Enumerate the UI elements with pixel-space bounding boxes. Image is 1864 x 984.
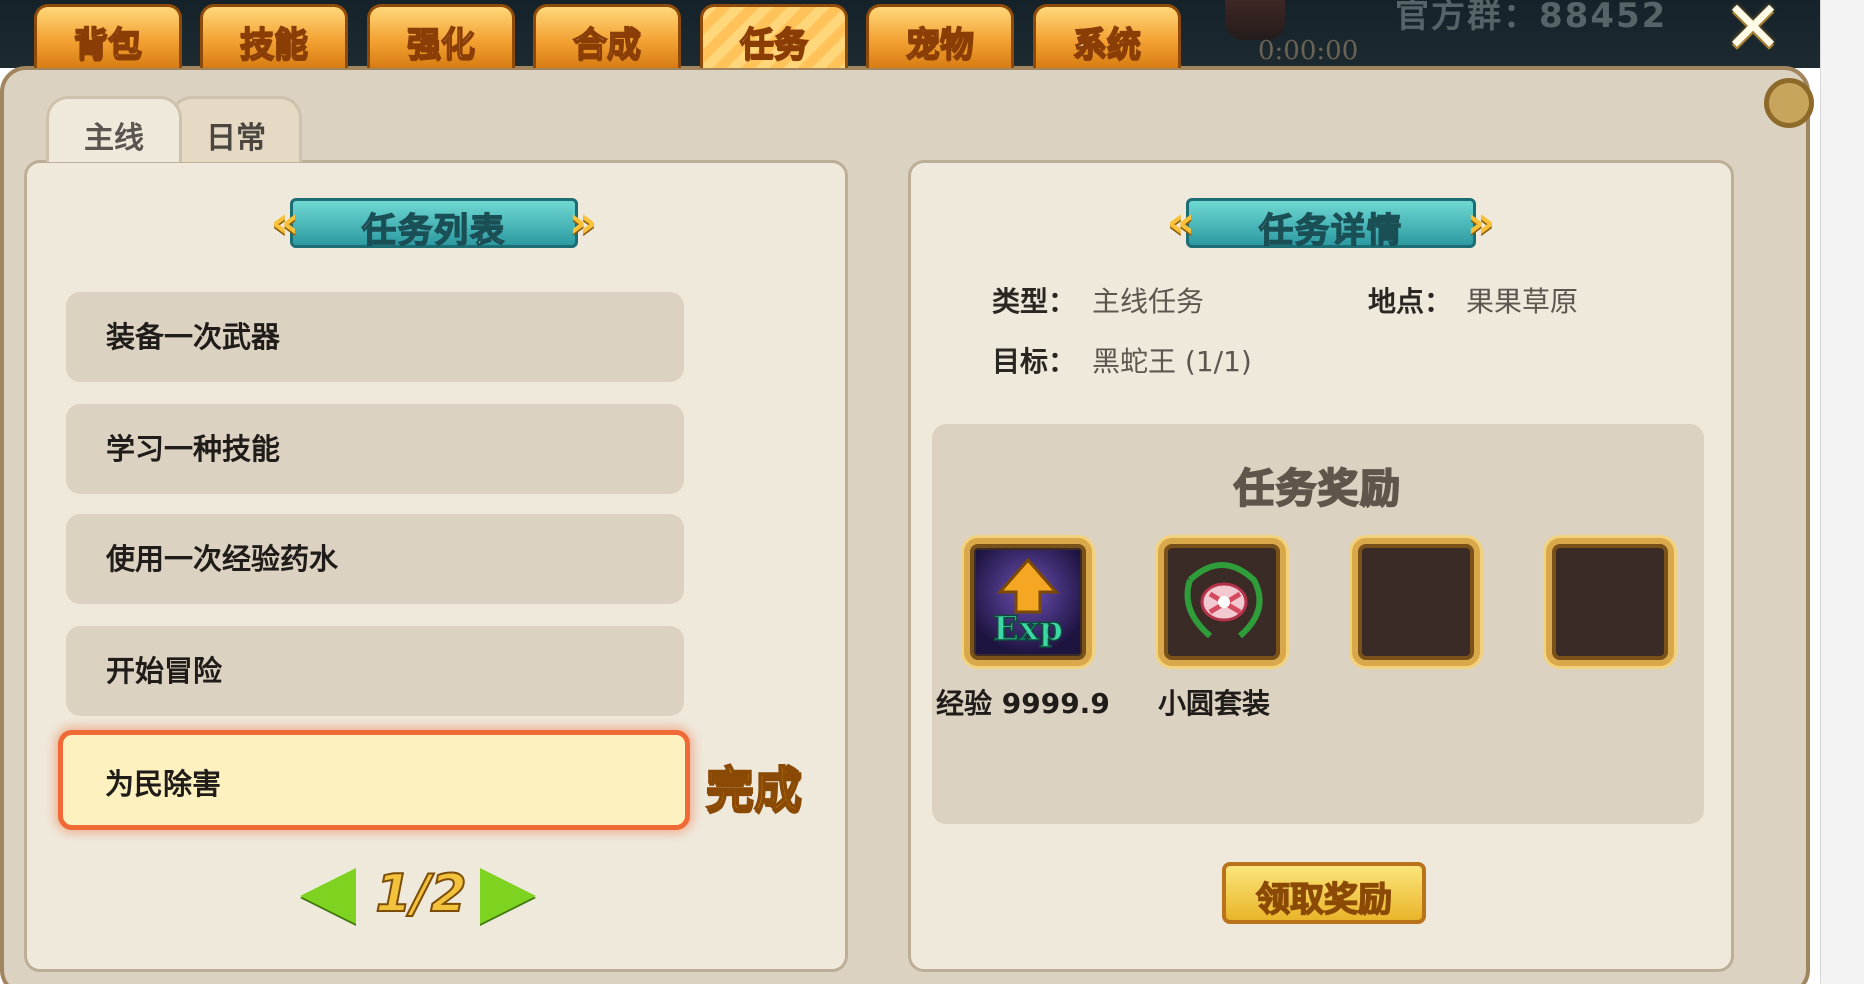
empty-reward-slot[interactable]: [1546, 538, 1674, 666]
banner-bar: 任务列表: [290, 198, 578, 252]
tab-label: 任务: [739, 24, 809, 66]
quest-detail-title: 任务详情: [1258, 210, 1403, 252]
complete-badge: 完成: [705, 761, 803, 819]
prev-page-arrow-icon[interactable]: [300, 868, 356, 924]
subtab-daily[interactable]: 日常: [170, 96, 302, 162]
tab-label: 合成: [572, 24, 642, 66]
exp-icon[interactable]: Exp: [964, 538, 1092, 666]
double-chevron-left-icon: «: [1166, 197, 1196, 248]
location-value: 果果草原: [1466, 285, 1579, 318]
subtab-main-quest[interactable]: 主线: [46, 96, 182, 162]
tab-label: 系统: [1072, 24, 1142, 66]
tab-system[interactable]: 系统: [1033, 4, 1181, 68]
quest-item[interactable]: 使用一次经验药水: [66, 514, 684, 604]
quest-item-label: 为民除害: [105, 767, 222, 801]
quest-list-title: 任务列表: [361, 210, 506, 252]
tab-skills[interactable]: 技能: [200, 4, 348, 68]
location-label: 地点：: [1368, 285, 1453, 318]
empty-reward-slot[interactable]: [1352, 538, 1480, 666]
target-label: 目标：: [992, 345, 1077, 378]
subtab-label: 主线: [84, 121, 144, 156]
reward-name: 小圆套装: [1158, 687, 1271, 720]
timer-text: 0:00:00: [1258, 36, 1359, 66]
quest-item[interactable]: 装备一次武器: [66, 292, 684, 382]
type-value: 主线任务: [1092, 285, 1205, 318]
quest-item[interactable]: 开始冒险: [66, 626, 684, 716]
page-indicator: 1/2: [374, 863, 467, 925]
rewards-box: 任务奖励 Exp 经验 9999.9 小圆套装: [932, 424, 1704, 824]
official-group-text: 官方群：88452: [1395, 0, 1668, 36]
next-page-arrow-icon[interactable]: [480, 868, 536, 924]
quest-detail-banner: 任务详情 « »: [1152, 194, 1510, 252]
quest-item-selected[interactable]: 为民除害: [58, 730, 690, 830]
quest-item-label: 开始冒险: [106, 654, 223, 688]
bow-outfit-graphic: [1170, 550, 1274, 654]
game-screen: 官方群：88452 0:00:00 背包 技能 强化 合成 任务 宠物 系统 ✕…: [0, 0, 1864, 984]
tab-enhance[interactable]: 强化: [367, 4, 515, 68]
quest-item-label: 使用一次经验药水: [106, 542, 339, 576]
exp-graphic: Exp: [976, 550, 1080, 654]
tab-label: 背包: [73, 24, 143, 66]
corner-ornament-icon: [1764, 78, 1814, 128]
tab-pets[interactable]: 宠物: [866, 4, 1014, 68]
tab-synthesis[interactable]: 合成: [533, 4, 681, 68]
type-label: 类型：: [992, 285, 1077, 318]
double-chevron-right-icon: »: [1466, 197, 1496, 248]
close-x-icon[interactable]: ✕: [1718, 0, 1788, 63]
claim-reward-label: 领取奖励: [1255, 879, 1393, 921]
rewards-title: 任务奖励: [1233, 465, 1402, 513]
double-chevron-left-icon: «: [270, 197, 300, 248]
tab-quests[interactable]: 任务: [700, 4, 848, 68]
tab-label: 技能: [239, 24, 309, 66]
reward-name: 经验 9999.9: [936, 687, 1110, 720]
timer-ornament: [1225, 0, 1285, 40]
target-value: 黑蛇王 (1/1): [1092, 345, 1252, 378]
subtab-label: 日常: [206, 121, 266, 156]
tab-label: 宠物: [905, 24, 975, 66]
tab-inventory[interactable]: 背包: [34, 4, 182, 68]
quest-item-label: 学习一种技能: [106, 432, 281, 466]
quest-list-banner: 任务列表 « »: [256, 194, 612, 252]
quest-item-label: 装备一次武器: [106, 320, 281, 354]
page-scrollbar[interactable]: [1820, 0, 1864, 984]
double-chevron-right-icon: »: [568, 197, 598, 248]
quest-item[interactable]: 学习一种技能: [66, 404, 684, 494]
svg-text:Exp: Exp: [993, 609, 1063, 649]
banner-bar: 任务详情: [1186, 198, 1476, 252]
claim-reward-button[interactable]: 领取奖励: [1222, 862, 1426, 924]
tab-label: 强化: [406, 24, 476, 66]
bow-outfit-icon[interactable]: [1158, 538, 1286, 666]
